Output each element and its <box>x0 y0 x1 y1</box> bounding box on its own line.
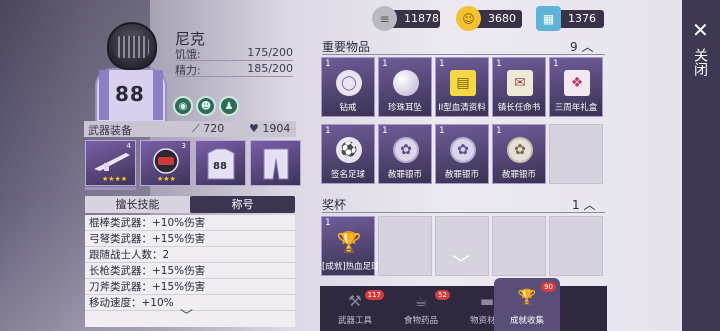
list-item: 跟随战士人数：2 <box>85 247 295 263</box>
sword-icon: ⟋ <box>192 122 200 135</box>
important-items-count[interactable]: 9 ︿ <box>570 38 593 55</box>
list-item: 棍棒类武器：+10%伤害 <box>85 215 295 231</box>
equip-slot-jersey[interactable]: 88 <box>195 140 246 186</box>
tab-weapons-tools[interactable]: 117 ⚒ 武器工具 <box>322 286 388 331</box>
equip-slot-pants[interactable] <box>250 140 301 186</box>
ring-icon: ◯ <box>336 70 362 96</box>
silver-coin-icon: ✿ <box>507 137 533 163</box>
football-icon: ⚽ <box>336 137 362 163</box>
gold-coin-icon: ☺ <box>456 6 481 31</box>
item-slot-gift[interactable]: 1 ❖ 三周年礼盒 <box>549 57 603 117</box>
pearl-earring-icon <box>393 70 419 96</box>
list-item: 长枪类武器：+15%伤害 <box>85 263 295 279</box>
important-items-title: 重要物品 <box>322 40 371 54</box>
badge: 52 <box>435 290 450 300</box>
badge: 90 <box>541 282 556 292</box>
attack-stat: ⟋ 720 <box>192 122 224 136</box>
energy-value: 185/200 <box>247 62 293 75</box>
chevron-up-icon: ︿ <box>581 40 594 54</box>
list-item: 刀斧类武器：+15%伤害 <box>85 279 295 295</box>
group-buff-icon[interactable]: ☻ <box>196 96 216 116</box>
helmet-icon <box>153 148 179 174</box>
gift-box-icon: ❖ <box>564 70 590 96</box>
trophy-slot-football[interactable]: 1 🏆 [成就]热血足球 <box>321 216 380 276</box>
resource-gold: ☺ 3680 <box>456 6 522 31</box>
equip-stars: ★★★ <box>157 175 176 183</box>
weapons-header: 武器装备 ⟋ 720 ♥ 1904 <box>84 121 296 137</box>
coins-icon: ≡ <box>372 6 397 31</box>
item-slot-empty <box>492 216 546 276</box>
item-slot-football[interactable]: 1 ⚽ 签名足球 <box>321 124 375 184</box>
buff-list: ◉ ☻ ♟ <box>173 96 239 116</box>
hunger-stat: 饥饿: 175/200 <box>175 46 293 61</box>
gold-value: 3680 <box>488 12 516 25</box>
weapon-tool-icon: ⚒ <box>348 292 362 310</box>
item-slot-empty <box>549 216 603 276</box>
tab-food-medicine[interactable]: 52 ☕ 食物药品 <box>388 286 454 331</box>
resource-ticket: ▦ 1376 <box>536 6 604 31</box>
silver-value: 11878 <box>404 12 439 25</box>
weapons-title: 武器装备 <box>88 124 132 137</box>
item-slot-earring[interactable]: 1 珍珠耳坠 <box>378 57 432 117</box>
chevron-up-icon: ︿ <box>583 198 596 212</box>
trophy-icon: 🏆 <box>336 230 362 254</box>
defense-value: 1904 <box>262 122 291 135</box>
silver-coin-icon: ✿ <box>393 137 419 163</box>
tab-achievements[interactable]: 90 🏆 成就收集 <box>494 278 560 331</box>
equip-slot-rifle[interactable]: 4 ★★★★ <box>85 140 136 186</box>
defense-stat: ♥ 1904 <box>249 122 290 135</box>
trophy-icon: 🏆 <box>517 288 537 306</box>
tab-skills[interactable]: 擅长技能 <box>85 196 190 213</box>
ticket-icon: ▦ <box>536 6 561 31</box>
equip-slot-helmet[interactable]: 3 ★★★ <box>140 140 191 186</box>
silver-coin-icon: ✿ <box>450 137 476 163</box>
tab-titles[interactable]: 称号 <box>190 196 295 213</box>
jersey-icon: 88 <box>207 148 235 180</box>
item-slot-silver-coin[interactable]: 1 ✿ 赦罪银币 <box>492 124 546 184</box>
helmet-visor <box>115 36 149 58</box>
item-slot-empty <box>549 124 603 184</box>
inventory-tabs: 117 ⚒ 武器工具 52 ☕ 食物药品 173 ▬ 物资材料 90 🏆 成就收… <box>320 278 607 331</box>
pants-icon <box>263 148 289 180</box>
close-button[interactable]: ✕ 关闭 <box>682 0 720 331</box>
item-slot-ring[interactable]: 1 ◯ 钻戒 <box>321 57 375 117</box>
hunger-value: 175/200 <box>247 46 293 59</box>
energy-stat: 精力: 185/200 <box>175 62 293 77</box>
stomach-buff-icon[interactable]: ◉ <box>173 96 193 116</box>
close-label: 关闭 <box>692 48 708 76</box>
weapon-xp-bar <box>85 187 136 190</box>
trophies-title: 奖杯 <box>322 198 347 212</box>
svg-text:88: 88 <box>213 161 227 172</box>
ticket-value: 1376 <box>568 12 596 25</box>
rifle-icon <box>94 153 130 171</box>
trophies-count[interactable]: 1 ︿ <box>572 196 595 213</box>
character-portrait: 88 <box>95 22 167 126</box>
document-icon: ▤ <box>450 70 476 96</box>
item-slot-serum-doc[interactable]: 1 ▤ II型血清资料 <box>435 57 489 117</box>
expand-chevron-icon[interactable]: ﹀ <box>446 256 476 274</box>
equipment-row: 4 ★★★★ 3 ★★★ 88 <box>85 140 301 186</box>
item-slot-empty <box>378 216 432 276</box>
item-slot-appointment[interactable]: 1 ✉ 镇长任命书 <box>492 57 546 117</box>
resource-silver: ≡ 11878 <box>372 6 440 31</box>
shield-icon: ♥ <box>249 122 259 135</box>
food-icon: ☕ <box>414 292 428 310</box>
close-icon: ✕ <box>692 18 709 42</box>
item-slot-silver-coin[interactable]: 1 ✿ 赦罪银币 <box>435 124 489 184</box>
equip-level: 3 <box>181 142 186 150</box>
jersey-number: 88 <box>115 82 145 106</box>
equip-stars: ★★★★ <box>102 175 128 183</box>
attack-value: 720 <box>203 122 225 135</box>
list-item: 弓弩类武器：+15%伤害 <box>85 231 295 247</box>
letter-icon: ✉ <box>507 70 533 96</box>
item-slot-silver-coin[interactable]: 1 ✿ 赦罪银币 <box>378 124 432 184</box>
chevron-down-icon[interactable]: ﹀ <box>180 305 193 324</box>
skill-tabs: 擅长技能 称号 <box>85 196 295 213</box>
person-buff-icon[interactable]: ♟ <box>219 96 239 116</box>
